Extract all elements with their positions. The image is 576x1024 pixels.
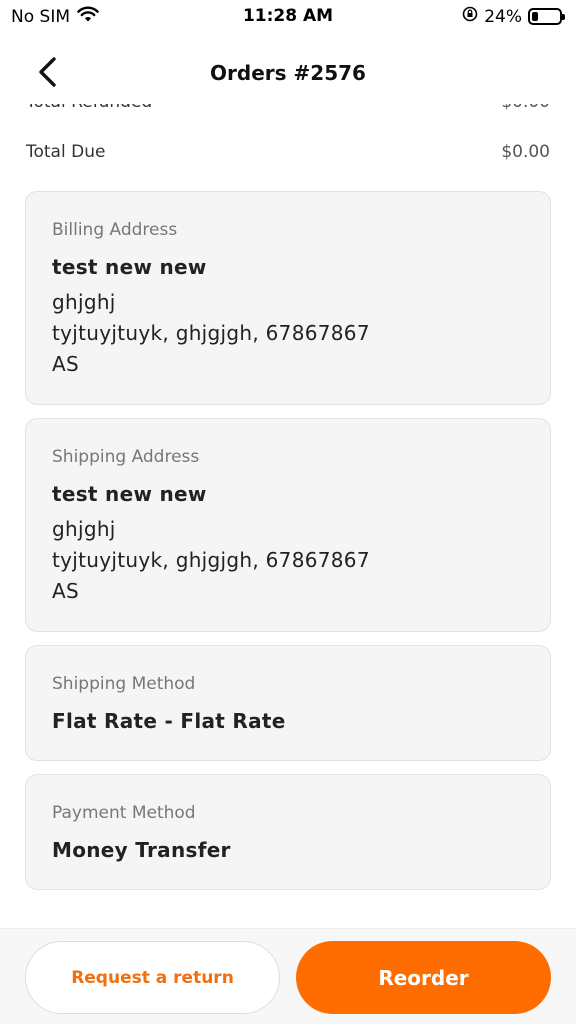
billing-line-2: tyjtuyjtuyk, ghjgjgh, 67867867	[52, 321, 370, 345]
status-right: 24%	[462, 6, 565, 27]
total-due-amount: $0.00	[501, 142, 550, 162]
request-return-button[interactable]: Request a return	[25, 941, 280, 1014]
summary-row-due: Total Due $0.00	[26, 142, 550, 162]
status-bar: No SIM 11:28 AM 24%	[0, 0, 576, 34]
payment-method-value: Money Transfer	[52, 838, 231, 862]
billing-address-label: Billing Address	[52, 220, 178, 240]
billing-address-card: Billing Address test new new ghjghj tyjt…	[25, 191, 551, 405]
shipping-line-2: tyjtuyjtuyk, ghjgjgh, 67867867	[52, 548, 370, 572]
shipping-method-label: Shipping Method	[52, 674, 196, 694]
billing-name: test new new	[52, 255, 207, 279]
shipping-method-card: Shipping Method Flat Rate - Flat Rate	[25, 645, 551, 761]
order-detail-screen: No SIM 11:28 AM 24% Orders #2576 Total D…	[0, 0, 576, 1024]
summary-row-refunded: Total Refunded $0.00	[26, 104, 550, 112]
battery-percent: 24%	[484, 6, 522, 27]
nav-header: Orders #2576	[0, 44, 576, 104]
shipping-method-value: Flat Rate - Flat Rate	[52, 709, 286, 733]
orientation-lock-icon	[462, 6, 478, 27]
shipping-address-card: Shipping Address test new new ghjghj tyj…	[25, 418, 551, 632]
billing-line-1: ghjghj	[52, 290, 116, 314]
shipping-address-label: Shipping Address	[52, 447, 200, 467]
reorder-button[interactable]: Reorder	[296, 941, 551, 1014]
battery-icon	[528, 8, 565, 25]
billing-line-3: AS	[52, 352, 79, 376]
shipping-name: test new new	[52, 482, 207, 506]
payment-method-label: Payment Method	[52, 803, 196, 823]
order-detail-content[interactable]: Total Refunded $0.00 Total Due $0.00 Bil…	[0, 104, 576, 928]
shipping-line-1: ghjghj	[52, 517, 116, 541]
page-title: Orders #2576	[210, 61, 366, 85]
summary-amount: $0.00	[501, 104, 550, 112]
payment-method-card: Payment Method Money Transfer	[25, 774, 551, 890]
bottom-action-bar: Request a return Reorder	[0, 928, 576, 1024]
shipping-line-3: AS	[52, 579, 79, 603]
battery-level-fill	[532, 12, 538, 21]
total-due-label: Total Due	[26, 142, 106, 162]
summary-label: Total Refunded	[26, 104, 152, 112]
